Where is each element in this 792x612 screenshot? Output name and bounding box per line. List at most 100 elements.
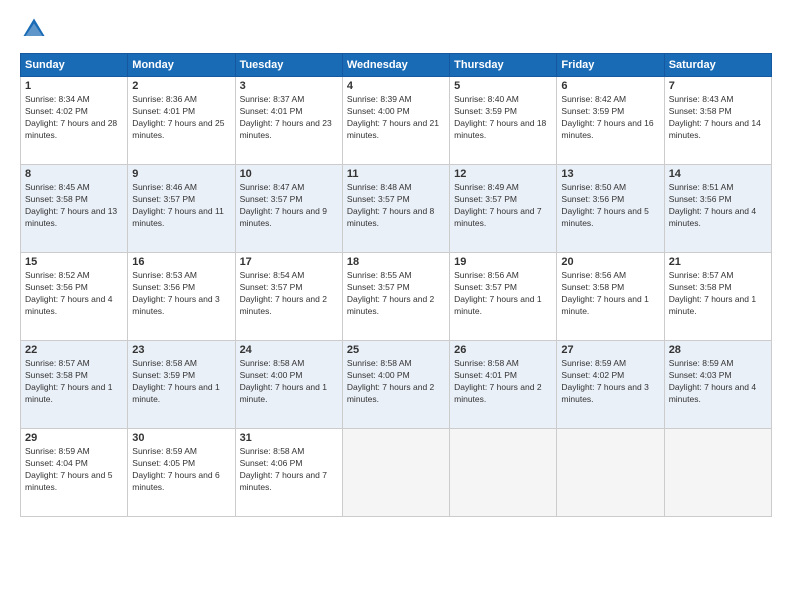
table-row: 24 Sunrise: 8:58 AM Sunset: 4:00 PM Dayl… [235,341,342,429]
day-number: 6 [561,80,659,92]
day-number: 13 [561,168,659,180]
day-number: 8 [25,168,123,180]
table-row: 1 Sunrise: 8:34 AM Sunset: 4:02 PM Dayli… [21,77,128,165]
day-number: 18 [347,256,445,268]
table-row: 29 Sunrise: 8:59 AM Sunset: 4:04 PM Dayl… [21,429,128,517]
day-header-row: Sunday Monday Tuesday Wednesday Thursday… [21,54,772,77]
col-sunday: Sunday [21,54,128,77]
day-number: 15 [25,256,123,268]
table-row: 18 Sunrise: 8:55 AM Sunset: 3:57 PM Dayl… [342,253,449,341]
day-number: 29 [25,432,123,444]
calendar-table: Sunday Monday Tuesday Wednesday Thursday… [20,53,772,517]
day-info: Sunrise: 8:36 AM Sunset: 4:01 PM Dayligh… [132,94,230,142]
day-number: 3 [240,80,338,92]
calendar-week-row: 8 Sunrise: 8:45 AM Sunset: 3:58 PM Dayli… [21,165,772,253]
day-info: Sunrise: 8:42 AM Sunset: 3:59 PM Dayligh… [561,94,659,142]
day-info: Sunrise: 8:54 AM Sunset: 3:57 PM Dayligh… [240,270,338,318]
day-number: 11 [347,168,445,180]
table-row: 30 Sunrise: 8:59 AM Sunset: 4:05 PM Dayl… [128,429,235,517]
day-number: 10 [240,168,338,180]
table-row [450,429,557,517]
day-number: 4 [347,80,445,92]
day-info: Sunrise: 8:58 AM Sunset: 4:01 PM Dayligh… [454,358,552,406]
day-info: Sunrise: 8:55 AM Sunset: 3:57 PM Dayligh… [347,270,445,318]
table-row: 27 Sunrise: 8:59 AM Sunset: 4:02 PM Dayl… [557,341,664,429]
day-number: 12 [454,168,552,180]
table-row: 4 Sunrise: 8:39 AM Sunset: 4:00 PM Dayli… [342,77,449,165]
table-row: 10 Sunrise: 8:47 AM Sunset: 3:57 PM Dayl… [235,165,342,253]
day-info: Sunrise: 8:56 AM Sunset: 3:58 PM Dayligh… [561,270,659,318]
day-info: Sunrise: 8:57 AM Sunset: 3:58 PM Dayligh… [25,358,123,406]
calendar-week-row: 22 Sunrise: 8:57 AM Sunset: 3:58 PM Dayl… [21,341,772,429]
day-number: 14 [669,168,767,180]
day-info: Sunrise: 8:51 AM Sunset: 3:56 PM Dayligh… [669,182,767,230]
table-row: 17 Sunrise: 8:54 AM Sunset: 3:57 PM Dayl… [235,253,342,341]
day-info: Sunrise: 8:59 AM Sunset: 4:02 PM Dayligh… [561,358,659,406]
table-row: 6 Sunrise: 8:42 AM Sunset: 3:59 PM Dayli… [557,77,664,165]
day-number: 20 [561,256,659,268]
day-number: 30 [132,432,230,444]
logo-icon [20,15,48,43]
table-row: 23 Sunrise: 8:58 AM Sunset: 3:59 PM Dayl… [128,341,235,429]
day-number: 19 [454,256,552,268]
day-info: Sunrise: 8:40 AM Sunset: 3:59 PM Dayligh… [454,94,552,142]
day-number: 7 [669,80,767,92]
table-row: 15 Sunrise: 8:52 AM Sunset: 3:56 PM Dayl… [21,253,128,341]
day-info: Sunrise: 8:46 AM Sunset: 3:57 PM Dayligh… [132,182,230,230]
table-row: 26 Sunrise: 8:58 AM Sunset: 4:01 PM Dayl… [450,341,557,429]
day-info: Sunrise: 8:45 AM Sunset: 3:58 PM Dayligh… [25,182,123,230]
table-row: 11 Sunrise: 8:48 AM Sunset: 3:57 PM Dayl… [342,165,449,253]
col-friday: Friday [557,54,664,77]
day-number: 24 [240,344,338,356]
day-info: Sunrise: 8:50 AM Sunset: 3:56 PM Dayligh… [561,182,659,230]
day-number: 5 [454,80,552,92]
day-info: Sunrise: 8:58 AM Sunset: 4:06 PM Dayligh… [240,446,338,494]
calendar-week-row: 1 Sunrise: 8:34 AM Sunset: 4:02 PM Dayli… [21,77,772,165]
day-info: Sunrise: 8:37 AM Sunset: 4:01 PM Dayligh… [240,94,338,142]
table-row: 22 Sunrise: 8:57 AM Sunset: 3:58 PM Dayl… [21,341,128,429]
table-row [342,429,449,517]
day-info: Sunrise: 8:59 AM Sunset: 4:04 PM Dayligh… [25,446,123,494]
table-row: 21 Sunrise: 8:57 AM Sunset: 3:58 PM Dayl… [664,253,771,341]
day-number: 2 [132,80,230,92]
table-row: 12 Sunrise: 8:49 AM Sunset: 3:57 PM Dayl… [450,165,557,253]
day-info: Sunrise: 8:59 AM Sunset: 4:03 PM Dayligh… [669,358,767,406]
table-row: 7 Sunrise: 8:43 AM Sunset: 3:58 PM Dayli… [664,77,771,165]
table-row: 2 Sunrise: 8:36 AM Sunset: 4:01 PM Dayli… [128,77,235,165]
table-row: 9 Sunrise: 8:46 AM Sunset: 3:57 PM Dayli… [128,165,235,253]
col-thursday: Thursday [450,54,557,77]
day-number: 21 [669,256,767,268]
table-row: 19 Sunrise: 8:56 AM Sunset: 3:57 PM Dayl… [450,253,557,341]
day-number: 9 [132,168,230,180]
day-number: 17 [240,256,338,268]
day-number: 28 [669,344,767,356]
day-info: Sunrise: 8:53 AM Sunset: 3:56 PM Dayligh… [132,270,230,318]
day-number: 22 [25,344,123,356]
day-info: Sunrise: 8:58 AM Sunset: 4:00 PM Dayligh… [347,358,445,406]
day-info: Sunrise: 8:43 AM Sunset: 3:58 PM Dayligh… [669,94,767,142]
calendar-week-row: 15 Sunrise: 8:52 AM Sunset: 3:56 PM Dayl… [21,253,772,341]
day-number: 27 [561,344,659,356]
day-info: Sunrise: 8:49 AM Sunset: 3:57 PM Dayligh… [454,182,552,230]
day-number: 16 [132,256,230,268]
table-row: 25 Sunrise: 8:58 AM Sunset: 4:00 PM Dayl… [342,341,449,429]
logo [20,15,52,43]
table-row: 14 Sunrise: 8:51 AM Sunset: 3:56 PM Dayl… [664,165,771,253]
day-info: Sunrise: 8:58 AM Sunset: 4:00 PM Dayligh… [240,358,338,406]
table-row: 3 Sunrise: 8:37 AM Sunset: 4:01 PM Dayli… [235,77,342,165]
day-number: 25 [347,344,445,356]
table-row: 16 Sunrise: 8:53 AM Sunset: 3:56 PM Dayl… [128,253,235,341]
table-row: 13 Sunrise: 8:50 AM Sunset: 3:56 PM Dayl… [557,165,664,253]
col-saturday: Saturday [664,54,771,77]
day-info: Sunrise: 8:58 AM Sunset: 3:59 PM Dayligh… [132,358,230,406]
day-number: 26 [454,344,552,356]
header [20,15,772,43]
day-info: Sunrise: 8:48 AM Sunset: 3:57 PM Dayligh… [347,182,445,230]
table-row: 8 Sunrise: 8:45 AM Sunset: 3:58 PM Dayli… [21,165,128,253]
col-tuesday: Tuesday [235,54,342,77]
table-row: 5 Sunrise: 8:40 AM Sunset: 3:59 PM Dayli… [450,77,557,165]
col-wednesday: Wednesday [342,54,449,77]
day-info: Sunrise: 8:59 AM Sunset: 4:05 PM Dayligh… [132,446,230,494]
day-number: 31 [240,432,338,444]
calendar-week-row: 29 Sunrise: 8:59 AM Sunset: 4:04 PM Dayl… [21,429,772,517]
